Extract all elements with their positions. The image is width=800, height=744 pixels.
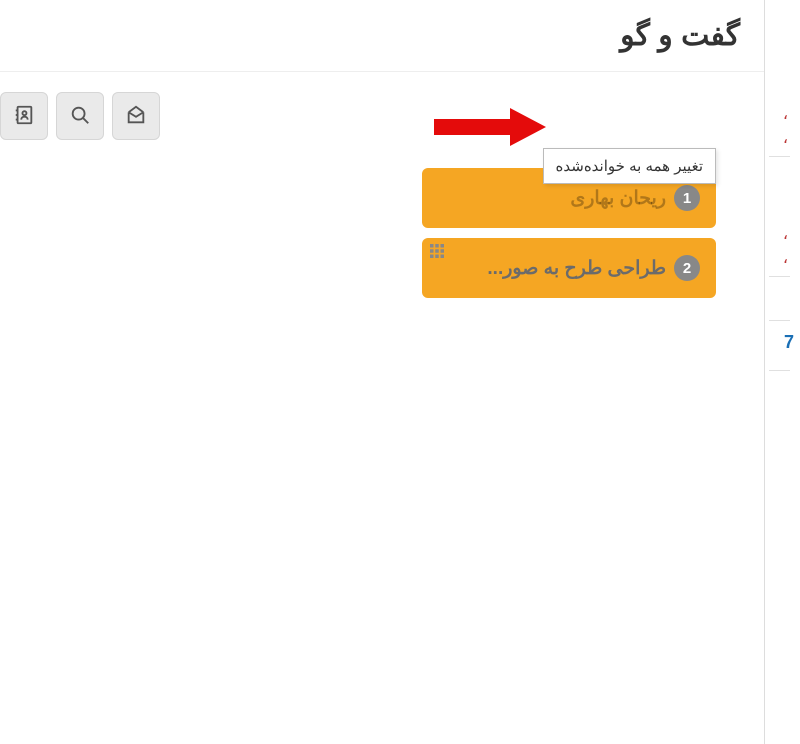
chat-panel: گفت و گو تغییر همه به خوانده‌شده 1 ریحان… (0, 0, 764, 744)
panel-header: گفت و گو (0, 0, 764, 72)
sliver-marker: ، (783, 128, 788, 148)
toolbar (0, 72, 764, 148)
mark-all-read-button[interactable] (112, 92, 160, 140)
sliver-number: 7 (784, 332, 794, 353)
sliver-divider (769, 156, 790, 157)
conversation-title: طراحی طرح به صور... (438, 257, 674, 280)
unread-badge: 1 (674, 185, 700, 211)
tooltip-mark-all-read: تغییر همه به خوانده‌شده (543, 148, 716, 184)
envelope-open-icon (125, 104, 147, 129)
sliver-divider (769, 276, 790, 277)
panel-title: گفت و گو (620, 19, 740, 52)
grid-icon (430, 244, 444, 263)
address-book-icon (13, 104, 35, 129)
sliver-divider (769, 370, 790, 371)
search-button[interactable] (56, 92, 104, 140)
conversation-title: ریحان بهاری (438, 187, 674, 210)
conversation-item[interactable]: 2 طراحی طرح به صور... (422, 238, 716, 298)
adjacent-panel-edge: ، ، ، ، 7 (764, 0, 800, 744)
sliver-marker: ، (783, 248, 788, 268)
unread-badge: 2 (674, 255, 700, 281)
sliver-marker: ، (783, 104, 788, 124)
contacts-button[interactable] (0, 92, 48, 140)
search-icon (69, 104, 91, 129)
sliver-divider (769, 320, 790, 321)
sliver-marker: ، (783, 224, 788, 244)
